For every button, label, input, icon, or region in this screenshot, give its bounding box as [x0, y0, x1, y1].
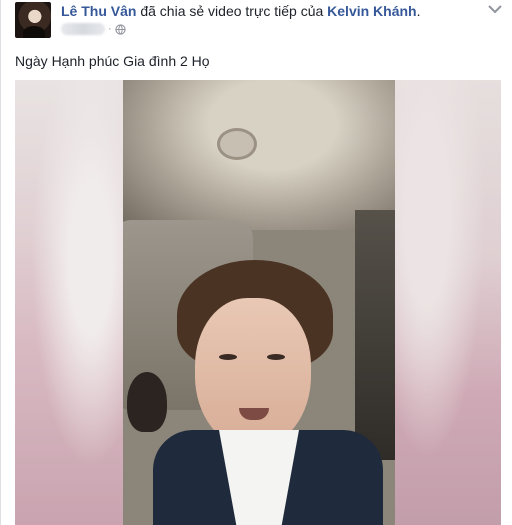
- feed-post: Lê Thu Vân đã chia sẻ video trực tiếp củ…: [0, 0, 512, 525]
- post-header: Lê Thu Vân đã chia sẻ video trực tiếp củ…: [61, 2, 481, 20]
- shared-from-link[interactable]: Kelvin Khánh: [327, 3, 416, 19]
- timestamp-blurred[interactable]: [61, 23, 105, 35]
- car-ceiling: [123, 80, 395, 230]
- passenger-background: [127, 372, 167, 432]
- globe-icon[interactable]: [115, 23, 126, 35]
- video-blur-left: [15, 80, 123, 525]
- presenter-eye-left: [219, 354, 237, 360]
- chevron-down-icon[interactable]: [488, 4, 502, 14]
- avatar[interactable]: [15, 2, 51, 38]
- presenter-eye-right: [267, 354, 285, 360]
- ceiling-light: [217, 128, 257, 160]
- post-meta: ·: [61, 22, 126, 36]
- video-blur-right: [395, 80, 501, 525]
- video-frame: [123, 80, 395, 525]
- live-video-player[interactable]: [15, 80, 501, 525]
- post-caption: Ngày Hạnh phúc Gia đình 2 Họ: [15, 53, 210, 69]
- meta-separator: ·: [108, 23, 112, 35]
- presenter-face: [195, 298, 311, 448]
- car-window: [355, 210, 395, 460]
- presenter-mouth: [239, 408, 269, 420]
- author-name-link[interactable]: Lê Thu Vân: [61, 3, 136, 19]
- header-period: .: [416, 3, 421, 19]
- share-action-text: đã chia sẻ video trực tiếp của: [140, 3, 324, 19]
